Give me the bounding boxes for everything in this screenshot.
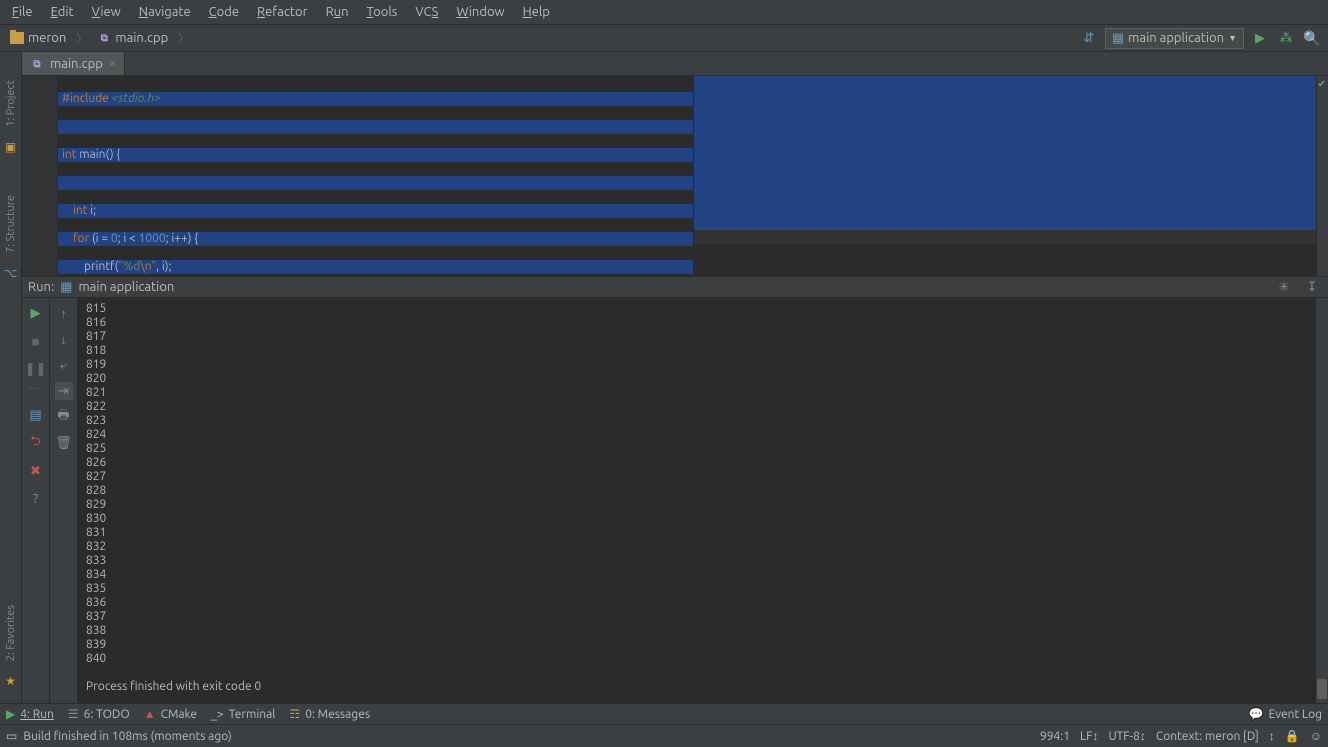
tab-messages[interactable]: ☶0: Messages bbox=[289, 707, 370, 721]
menu-code[interactable]: Code bbox=[201, 3, 247, 21]
menu-vcs[interactable]: VCS bbox=[407, 3, 446, 21]
menu-tools[interactable]: Tools bbox=[359, 3, 406, 21]
bottom-tool-tabs: ▶4: Run ☰6: TODO ▲CMake _>Terminal ☶0: M… bbox=[0, 703, 1328, 725]
run-title: Run: bbox=[28, 280, 54, 294]
breadcrumb-file[interactable]: ⧉ main.cpp bbox=[93, 29, 172, 47]
menu-bar: File Edit View Navigate Code Refactor Ru… bbox=[0, 0, 1328, 24]
run-config-dropdown[interactable]: ▦ main application ▼ bbox=[1105, 28, 1244, 49]
breadcrumb-project[interactable]: meron bbox=[6, 29, 70, 47]
search-everywhere-button[interactable]: 🔍 bbox=[1302, 28, 1322, 48]
cpp-file-icon: ⧉ bbox=[30, 57, 44, 71]
run-tool-header: Run: ▦ main application ✳ ↧ bbox=[22, 276, 1328, 298]
cpp-file-icon: ⧉ bbox=[97, 31, 111, 45]
close-tab-button[interactable]: × bbox=[109, 57, 116, 70]
context-switcher-icon[interactable]: ↕ bbox=[1269, 729, 1275, 743]
status-bar: ▭ Build finished in 108ms (moments ago) … bbox=[0, 725, 1328, 747]
event-log-icon: 💬 bbox=[1249, 707, 1264, 721]
pause-button[interactable]: ❚❚ bbox=[27, 360, 45, 378]
tab-label: main.cpp bbox=[50, 57, 103, 71]
caret-position[interactable]: 994:1 bbox=[1040, 730, 1070, 743]
navigation-bar: meron 〉 ⧉ main.cpp 〉 ⇵ ▦ main applicatio… bbox=[0, 24, 1328, 52]
tab-event-log[interactable]: 💬Event Log bbox=[1249, 707, 1322, 721]
status-icon: ▭ bbox=[6, 729, 17, 743]
stop-button[interactable]: ■ bbox=[27, 332, 45, 350]
messages-icon: ☶ bbox=[289, 707, 300, 721]
editor: #include <stdio.h> int main() { int i; f… bbox=[22, 76, 1328, 276]
console-scrollbar[interactable] bbox=[1316, 298, 1328, 703]
project-icon[interactable]: ▣ bbox=[3, 139, 19, 155]
folder-icon bbox=[10, 32, 24, 44]
hide-icon[interactable]: ↧ bbox=[1302, 277, 1322, 297]
run-button[interactable]: ▶ bbox=[1250, 28, 1270, 48]
up-stack-button[interactable]: ↑ bbox=[55, 304, 73, 322]
console-text: 815 816 817 818 819 820 821 822 823 824 … bbox=[86, 302, 1320, 694]
editor-gutter[interactable] bbox=[22, 76, 58, 276]
terminal-icon: _> bbox=[211, 708, 224, 721]
run-toolbar-left: ▶ ■ ❚❚ ▤ ⮌ ✖ ? bbox=[22, 298, 50, 703]
menu-navigate[interactable]: Navigate bbox=[131, 3, 199, 21]
breadcrumb-file-label: main.cpp bbox=[115, 31, 168, 45]
dump-threads-button[interactable]: ▤ bbox=[27, 406, 45, 424]
clear-all-button[interactable]: 🗑 bbox=[55, 434, 73, 452]
print-button[interactable]: 🖶 bbox=[55, 408, 73, 426]
application-icon: ▦ bbox=[1112, 31, 1124, 46]
editor-marker-bar[interactable]: ✔ bbox=[1316, 76, 1328, 276]
tool-favorites[interactable]: 2: Favorites bbox=[5, 601, 17, 665]
run-config-name: main application bbox=[78, 280, 174, 294]
chevron-right-icon: 〉 bbox=[76, 30, 87, 46]
favorites-icon[interactable]: ★ bbox=[3, 673, 19, 689]
tab-main-cpp[interactable]: ⧉ main.cpp × bbox=[22, 52, 125, 75]
line-separator[interactable]: LF↕ bbox=[1080, 729, 1098, 743]
help-button[interactable]: ? bbox=[27, 490, 45, 508]
menu-file[interactable]: File bbox=[4, 3, 41, 21]
tab-todo[interactable]: ☰6: TODO bbox=[68, 707, 130, 721]
chevron-down-icon: ▼ bbox=[1228, 33, 1237, 43]
soft-wrap-button[interactable]: ⤶ bbox=[55, 356, 73, 374]
scroll-to-end-button[interactable]: ⇥ bbox=[55, 382, 73, 400]
menu-window[interactable]: Window bbox=[448, 3, 512, 21]
tab-cmake[interactable]: ▲CMake bbox=[144, 707, 197, 721]
menu-refactor[interactable]: Refactor bbox=[249, 3, 316, 21]
menu-edit[interactable]: Edit bbox=[43, 3, 82, 21]
rerun-button[interactable]: ▶ bbox=[27, 304, 45, 322]
chevron-right-icon: 〉 bbox=[178, 30, 189, 46]
down-stack-button[interactable]: ↓ bbox=[55, 330, 73, 348]
menu-run[interactable]: Run bbox=[318, 3, 357, 21]
tool-structure[interactable]: 7: Structure bbox=[5, 191, 17, 257]
console-output[interactable]: 815 816 817 818 819 820 821 822 823 824 … bbox=[78, 298, 1328, 703]
menu-view[interactable]: View bbox=[84, 3, 129, 21]
update-running-app-icon[interactable]: ⇵ bbox=[1079, 28, 1099, 48]
code-area[interactable]: #include <stdio.h> int main() { int i; f… bbox=[58, 76, 694, 276]
file-encoding[interactable]: UTF-8↕ bbox=[1108, 729, 1145, 743]
run-icon: ▶ bbox=[6, 707, 15, 721]
status-message: Build finished in 108ms (moments ago) bbox=[23, 730, 231, 743]
run-toolbar-inner: ↑ ↓ ⤶ ⇥ 🖶 🗑 bbox=[50, 298, 78, 703]
code-area-secondary[interactable]: ✔ bbox=[694, 76, 1328, 276]
tab-run[interactable]: ▶4: Run bbox=[6, 707, 54, 721]
run-config-label: main application bbox=[1128, 31, 1224, 45]
settings-icon[interactable]: ✳ bbox=[1274, 277, 1294, 297]
run-tool-window: ▶ ■ ❚❚ ▤ ⮌ ✖ ? ↑ ↓ ⤶ ⇥ 🖶 🗑 815 816 817 8… bbox=[22, 298, 1328, 703]
lock-icon[interactable]: 🔒 bbox=[1285, 729, 1300, 743]
inspection-ok-icon: ✔ bbox=[1318, 78, 1326, 90]
scrollbar-thumb[interactable] bbox=[1317, 679, 1327, 699]
tool-project[interactable]: 1: Project bbox=[5, 76, 17, 131]
cmake-context[interactable]: Context: meron [D] bbox=[1156, 730, 1259, 743]
tab-terminal[interactable]: _>Terminal bbox=[211, 708, 275, 721]
todo-icon: ☰ bbox=[68, 707, 79, 721]
close-button[interactable]: ✖ bbox=[27, 462, 45, 480]
menu-help[interactable]: Help bbox=[515, 3, 558, 21]
debug-button[interactable]: ⁂ bbox=[1276, 28, 1296, 48]
hector-icon[interactable]: ☺ bbox=[1310, 729, 1322, 743]
breadcrumb-project-label: meron bbox=[28, 31, 66, 45]
breadcrumb: meron 〉 ⧉ main.cpp 〉 bbox=[6, 29, 191, 47]
structure-icon[interactable]: ⌥ bbox=[3, 265, 19, 281]
cmake-icon: ▲ bbox=[144, 707, 156, 721]
left-tool-rail: 1: Project ▣ 7: Structure ⌥ 2: Favorites… bbox=[0, 52, 22, 703]
application-icon: ▦ bbox=[60, 280, 72, 295]
editor-tabs: ⧉ main.cpp × bbox=[22, 52, 1328, 76]
exit-button[interactable]: ⮌ bbox=[27, 434, 45, 452]
